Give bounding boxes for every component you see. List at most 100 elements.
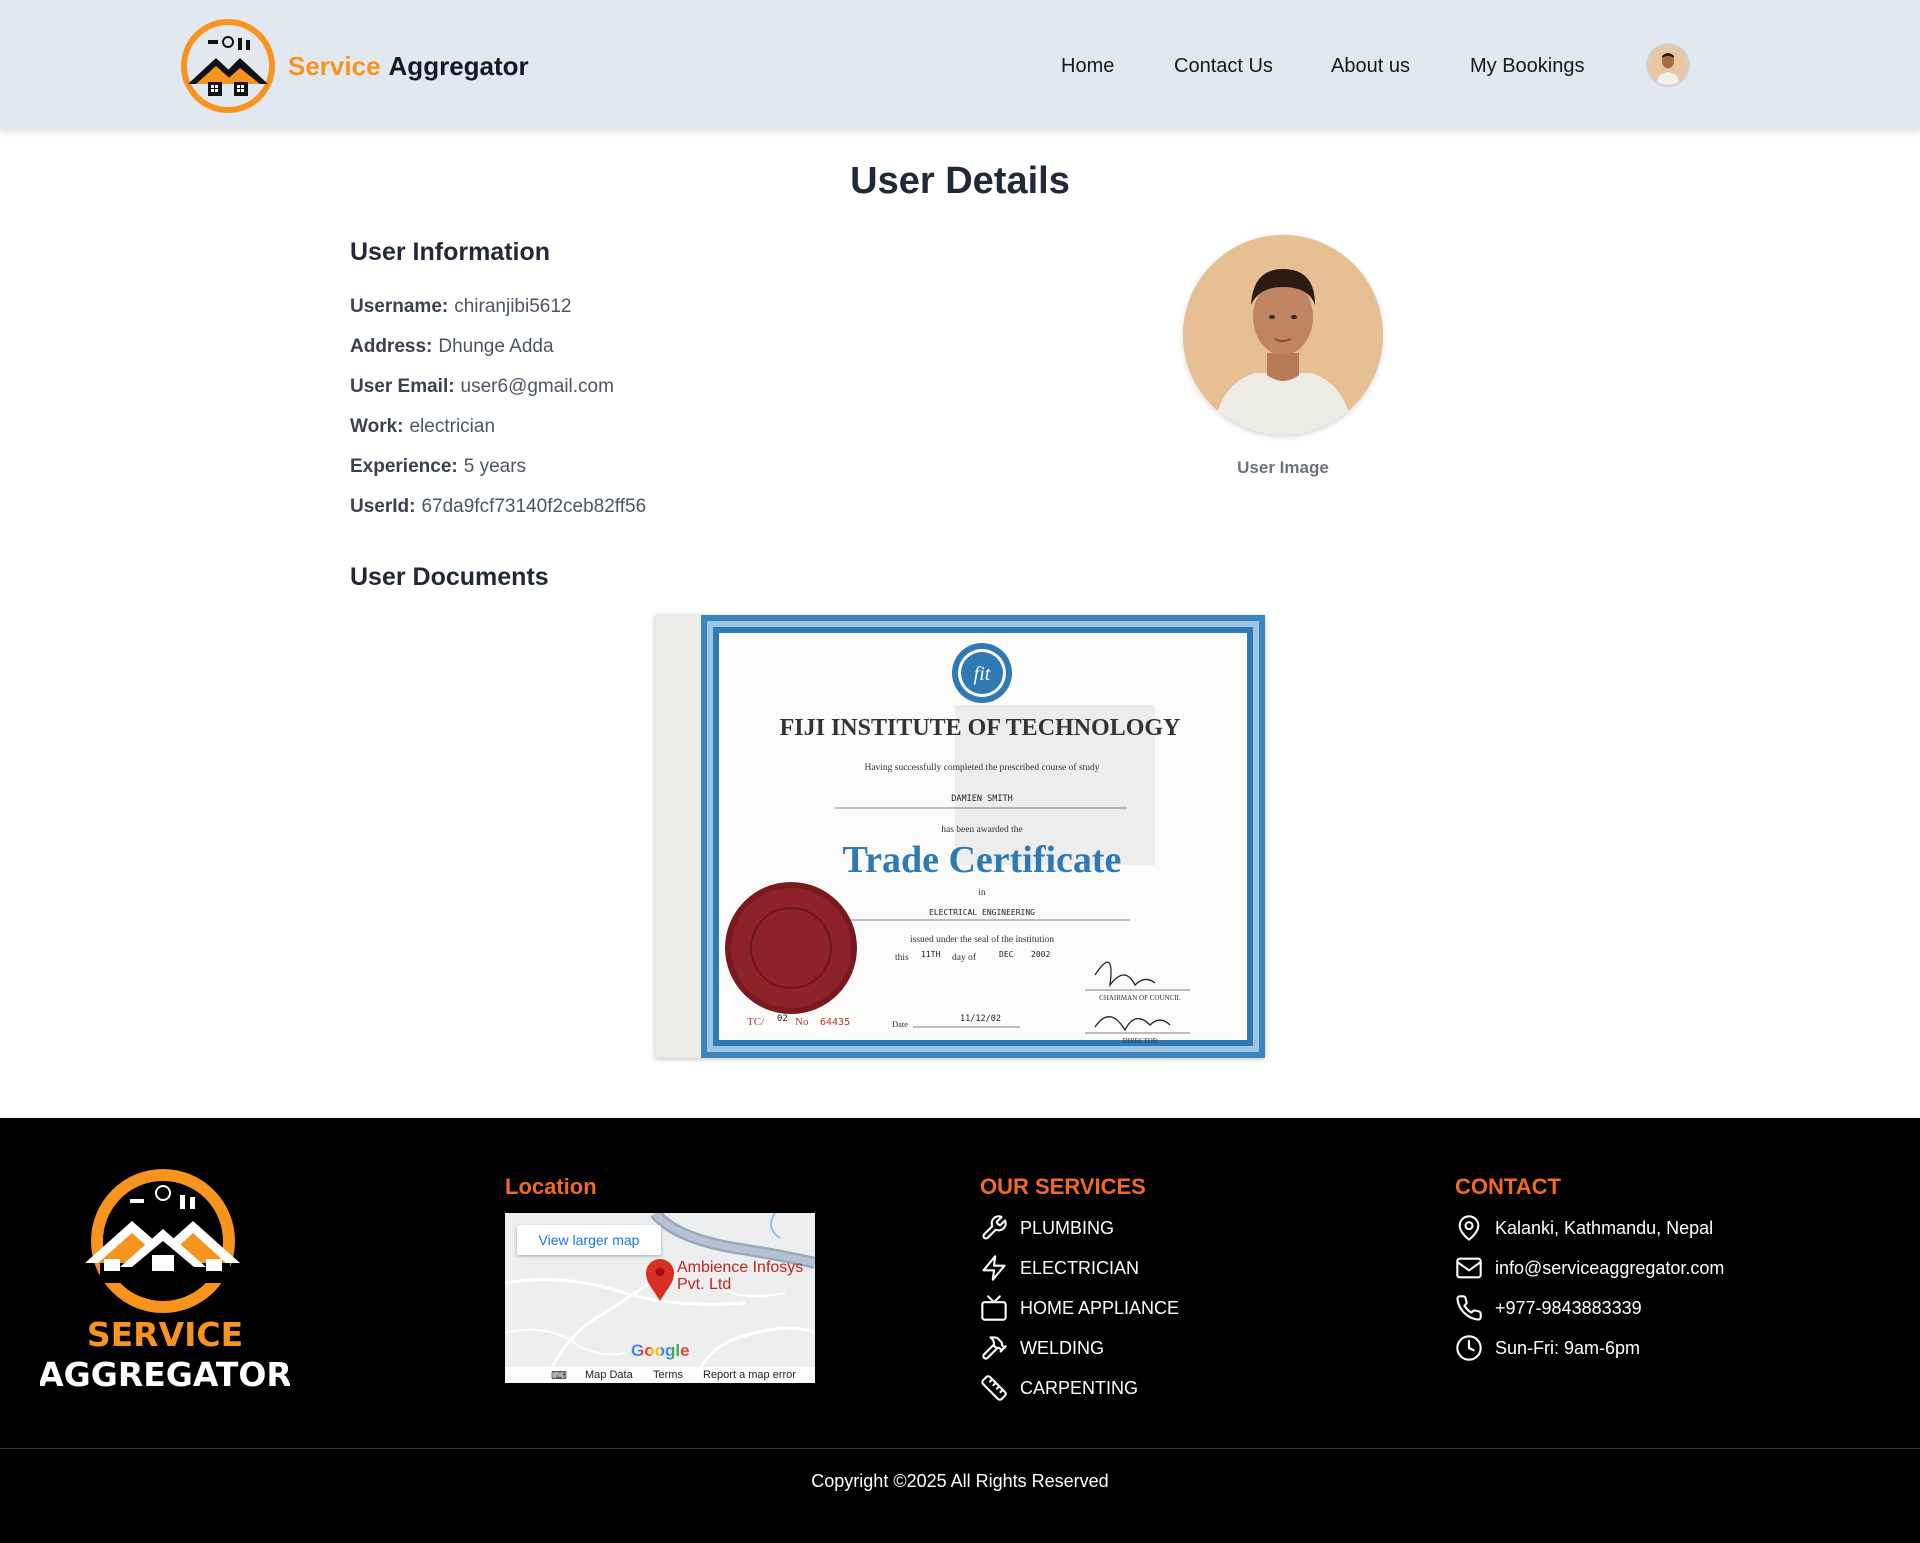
username-row: Username: chiranjibi5612 xyxy=(350,296,571,318)
view-larger-map-button[interactable]: View larger map xyxy=(517,1225,661,1255)
certificate-sig1-title: CHAIRMAN OF COUNCIL xyxy=(1099,994,1181,1002)
userid-value: 67da9fcf73140f2ceb82ff56 xyxy=(421,496,647,517)
email-row: User Email: user6@gmail.com xyxy=(350,376,614,398)
contact-label: Sun-Fri: 9am-6pm xyxy=(1495,1337,1641,1358)
brand-name-part2: Aggregator xyxy=(388,50,529,81)
nav-home-link[interactable]: Home xyxy=(1061,55,1114,78)
service-carpenting[interactable]: CARPENTING xyxy=(980,1374,1138,1402)
user-avatar-icon[interactable] xyxy=(1648,45,1688,85)
page-title: User Details xyxy=(850,160,1070,202)
map-place-label: Ambience Infosys Pvt. Ltd xyxy=(677,1259,804,1293)
address-value: Dhunge Adda xyxy=(438,336,554,357)
service-label: CARPENTING xyxy=(1020,1377,1139,1398)
work-value: electrician xyxy=(409,416,496,437)
map-data-link[interactable]: Map Data xyxy=(585,1369,633,1381)
userid-label: UserId: xyxy=(350,496,416,517)
footer-location-heading: Location xyxy=(505,1174,597,1199)
contact-label: Kalanki, Kathmandu, Nepal xyxy=(1495,1217,1714,1238)
mail-icon xyxy=(1456,1257,1482,1279)
service-label: ELECTRICIAN xyxy=(1020,1257,1140,1278)
contact-email[interactable]: info@serviceaggregator.com xyxy=(1455,1254,1724,1282)
certificate-year: 2002 xyxy=(1031,950,1050,959)
userid-row: UserId: 67da9fcf73140f2ceb82ff56 xyxy=(350,496,646,518)
certificate-line1: Having successfully completed the prescr… xyxy=(864,762,1099,773)
hammer-icon xyxy=(982,1336,1007,1360)
map-attribution-bar: ⌨ Map Data Terms Report a map error xyxy=(505,1367,815,1383)
service-welding[interactable]: WELDING xyxy=(980,1334,1104,1362)
ruler-icon xyxy=(981,1375,1007,1401)
emblem-text: fit xyxy=(974,663,991,685)
google-logo: Google xyxy=(631,1341,690,1361)
work-row: Work: electrician xyxy=(350,416,495,438)
map-report-link[interactable]: Report a map error xyxy=(703,1369,796,1381)
footer-services-heading: OUR SERVICES xyxy=(980,1174,1146,1199)
location-map[interactable]: View larger map Ambience Infosys Pvt. Lt… xyxy=(505,1213,815,1383)
service-label: HOME APPLIANCE xyxy=(1020,1297,1180,1318)
certificate-month: DEC xyxy=(999,950,1014,959)
service-label: PLUMBING xyxy=(1020,1217,1115,1238)
service-electrician[interactable]: ELECTRICIAN xyxy=(980,1254,1139,1282)
service-label: WELDING xyxy=(1020,1337,1105,1358)
contact-phone[interactable]: +977-9843883339 xyxy=(1455,1294,1642,1322)
brand[interactable]: Service Aggregator xyxy=(180,18,529,114)
certificate-serial-label: No xyxy=(795,1016,809,1028)
contact-hours: Sun-Fri: 9am-6pm xyxy=(1455,1334,1640,1362)
user-photo xyxy=(1183,235,1383,435)
footer-logo-line1: SERVICE xyxy=(87,1315,243,1354)
footer-logo: SERVICE AGGREGATOR xyxy=(38,1163,292,1403)
phone-icon xyxy=(1456,1295,1482,1321)
fit-emblem-icon: fit xyxy=(952,643,1012,703)
tv-icon xyxy=(981,1295,1007,1321)
user-information-heading: User Information xyxy=(350,238,551,266)
footer-logo-line2: AGGREGATOR xyxy=(40,1355,290,1394)
footer-divider xyxy=(0,1448,1920,1449)
lightning-icon xyxy=(982,1255,1006,1281)
house-tools-logo-icon xyxy=(181,19,275,113)
site-header: Service Aggregator Home Contact Us About … xyxy=(0,0,1920,130)
copyright-text: Copyright ©2025 All Rights Reserved xyxy=(811,1471,1109,1491)
certificate-in: in xyxy=(978,888,986,898)
contact-address: Kalanki, Kathmandu, Nepal xyxy=(1455,1214,1713,1242)
wrench-icon xyxy=(982,1215,1007,1240)
email-value: user6@gmail.com xyxy=(460,376,614,397)
brand-name: Service Aggregator xyxy=(288,51,529,82)
service-home-appliance[interactable]: HOME APPLIANCE xyxy=(980,1294,1179,1322)
certificate-sig2-title: DIRECTOR xyxy=(1123,1037,1158,1045)
certificate-field: ELECTRICAL ENGINEERING xyxy=(929,908,1035,917)
certificate-date-value: 11/12/02 xyxy=(960,1014,1001,1024)
certificate-line2: has been awarded the xyxy=(941,825,1023,835)
location-pin-icon xyxy=(1458,1215,1480,1241)
brand-name-part1: Service xyxy=(288,50,381,81)
certificate-serial-prefix: TC/ xyxy=(747,1016,765,1028)
username-value: chiranjibi5612 xyxy=(454,296,572,317)
email-label: User Email: xyxy=(350,376,455,397)
service-plumbing[interactable]: PLUMBING xyxy=(980,1214,1114,1242)
username-label: Username: xyxy=(350,296,449,317)
certificate-institute: FIJI INSTITUTE OF TECHNOLOGY xyxy=(780,715,1181,741)
experience-label: Experience: xyxy=(350,456,458,477)
certificate-line3: issued under the seal of the institution xyxy=(910,934,1054,945)
user-documents-heading: User Documents xyxy=(350,563,549,591)
certificate-award: Trade Certificate xyxy=(843,839,1122,881)
nav-about-link[interactable]: About us xyxy=(1331,55,1410,78)
certificate-serial-number: 64435 xyxy=(820,1017,850,1028)
certificate-date-label: Date xyxy=(892,1019,908,1029)
user-image-caption: User Image xyxy=(1237,458,1329,477)
contact-label: info@serviceaggregator.com xyxy=(1495,1257,1725,1278)
address-row: Address: Dhunge Adda xyxy=(350,336,554,358)
red-seal-icon xyxy=(725,882,857,1014)
nav-contact-link[interactable]: Contact Us xyxy=(1174,55,1273,78)
keyboard-icon[interactable]: ⌨ xyxy=(551,1369,567,1382)
experience-row: Experience: 5 years xyxy=(350,456,526,478)
clock-icon xyxy=(1456,1335,1482,1361)
footer-contact-heading: CONTACT xyxy=(1455,1174,1561,1199)
nav-bookings-link[interactable]: My Bookings xyxy=(1470,55,1585,78)
work-label: Work: xyxy=(350,416,404,437)
certificate-recipient: DAMIEN SMITH xyxy=(951,794,1012,804)
map-terms-link[interactable]: Terms xyxy=(653,1369,683,1381)
experience-value: 5 years xyxy=(463,456,527,477)
contact-label: +977-9843883339 xyxy=(1495,1297,1642,1318)
certificate-serial-year: 02 xyxy=(777,1014,788,1024)
certificate-day: 11TH xyxy=(921,950,940,959)
certificate-document[interactable]: fit FIJI INSTITUTE OF TECHNOLOGY Having … xyxy=(655,615,1265,1058)
